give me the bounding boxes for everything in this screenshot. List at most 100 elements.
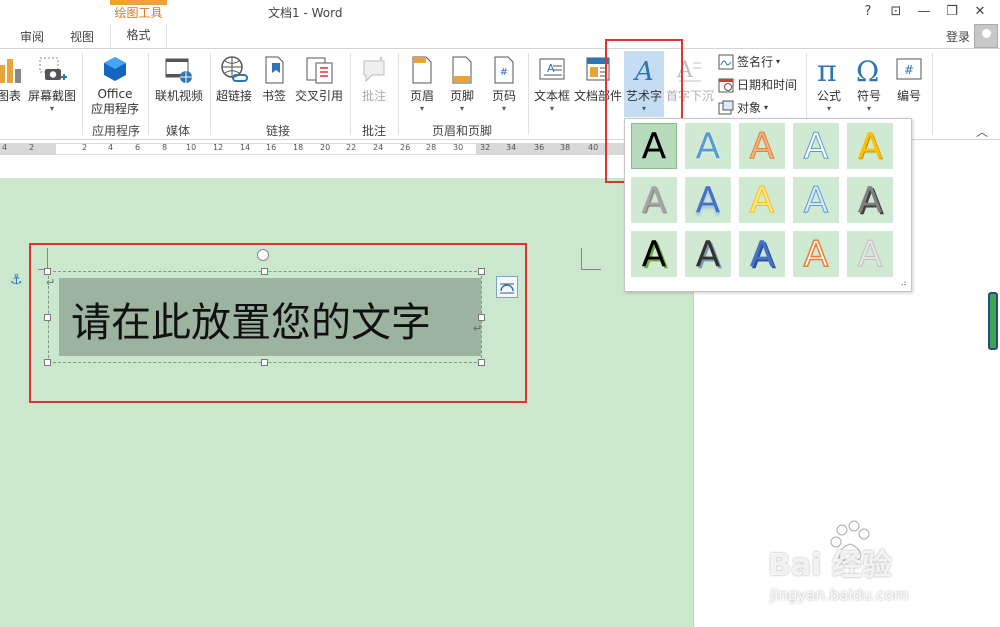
new-comment-button[interactable]: 批注 — [356, 55, 392, 104]
chart-button[interactable]: 图表 — [0, 55, 24, 104]
wordart-style-11[interactable]: A — [631, 231, 677, 277]
online-video-button[interactable]: 联机视频 — [152, 55, 206, 104]
close-button[interactable]: ✕ — [966, 2, 994, 22]
wordart-style-6[interactable]: A — [631, 177, 677, 223]
bookmark-button[interactable]: 书签 — [258, 55, 290, 104]
restore-button[interactable]: ❐ — [938, 2, 966, 22]
group-label-apps: 应用程序 — [92, 124, 141, 138]
ruler-tick: 24 — [373, 143, 384, 152]
cross-reference-icon — [306, 57, 333, 84]
ruler-tick: 18 — [293, 143, 304, 152]
calendar-icon — [718, 78, 734, 92]
ruler-tick: 14 — [240, 143, 251, 152]
globe-link-icon — [221, 56, 248, 82]
title-bar: 绘图工具 文档1 - Word ? ⊡ — ❐ ✕ — [0, 0, 1000, 24]
header-button[interactable]: 页眉 ▾ — [404, 55, 440, 114]
date-time-button[interactable]: 日期和时间 — [718, 76, 797, 93]
chart-icon — [0, 59, 21, 83]
login-link[interactable]: 登录 — [946, 28, 970, 45]
wordart-style-4[interactable]: A — [793, 123, 839, 169]
wordart-style-14[interactable]: A — [793, 231, 839, 277]
comment-icon — [363, 56, 385, 83]
margin-corner-mark — [581, 248, 601, 270]
ruler-tick: 4 — [108, 143, 114, 152]
group-label-links: 链接 — [266, 124, 291, 138]
signature-icon — [718, 54, 734, 69]
textbox-button[interactable]: A 文本框 ▾ — [532, 55, 572, 114]
office-store-icon — [104, 57, 126, 81]
wordart-style-5[interactable]: A — [847, 123, 893, 169]
drawing-tools-label: 绘图工具 — [114, 6, 163, 20]
anchor-icon: ⚓ — [10, 272, 23, 288]
ruler-tick: 6 — [135, 143, 141, 152]
symbol-button[interactable]: Ω 符号 ▾ — [850, 55, 888, 114]
wordart-style-2[interactable]: A — [685, 123, 731, 169]
omega-icon: Ω — [856, 55, 879, 85]
page-number-button[interactable]: # 页码 ▾ — [486, 55, 522, 114]
textbox-highlight-box — [29, 243, 527, 403]
cross-reference-button[interactable]: 交叉引用 — [292, 55, 346, 104]
group-separator — [148, 53, 149, 135]
wordart-style-9[interactable]: A — [793, 177, 839, 223]
ruler-tick: 8 — [162, 143, 168, 152]
wordart-style-3[interactable]: A — [739, 123, 785, 169]
wordart-style-8[interactable]: A — [739, 177, 785, 223]
ruler-tick: 4 — [2, 143, 8, 152]
ruler-tick: 16 — [266, 143, 277, 152]
wordart-style-1[interactable]: A — [631, 123, 677, 169]
wordart-gallery: A A A A A A A A A A A A A A A ⠴ — [624, 118, 912, 292]
collapse-ribbon-icon[interactable]: ︿ — [976, 123, 988, 140]
tab-format[interactable]: 格式 — [110, 24, 167, 48]
ruler-tick: 26 — [400, 143, 411, 152]
scroll-indicator[interactable] — [988, 292, 998, 350]
group-separator — [932, 53, 933, 135]
signature-line-button[interactable]: 签名行 ▾ — [718, 53, 780, 70]
resize-grip-icon[interactable]: ⠴ — [900, 279, 907, 289]
svg-text:Ω: Ω — [856, 55, 879, 85]
chevron-down-icon: ▾ — [866, 104, 871, 113]
svg-text:π: π — [817, 55, 837, 85]
wordart-style-12[interactable]: A — [685, 231, 731, 277]
group-label-media: 媒体 — [166, 124, 191, 138]
ruler-tick: 20 — [320, 143, 331, 152]
ruler-left-margin — [0, 143, 56, 155]
help-button[interactable]: ? — [854, 2, 882, 22]
chevron-down-icon: ▾ — [549, 104, 554, 113]
wordart-style-15[interactable]: A — [847, 231, 893, 277]
number-icon: # — [896, 58, 922, 80]
document-title: 文档1 - Word — [268, 6, 343, 20]
office-apps-button[interactable]: Office 应用程序 — [86, 55, 144, 117]
tab-review[interactable]: 审阅 — [20, 28, 44, 45]
svg-text:A: A — [547, 62, 555, 75]
ruler-tick: 22 — [346, 143, 357, 152]
footer-button[interactable]: 页脚 ▾ — [444, 55, 480, 114]
ruler-tick: 12 — [213, 143, 224, 152]
wordart-style-7[interactable]: A — [685, 177, 731, 223]
online-video-icon — [165, 58, 192, 83]
baidu-watermark: Bai 经验 — [768, 548, 892, 583]
wordart-style-10[interactable]: A — [847, 177, 893, 223]
ribbon-display-options-button[interactable]: ⊡ — [882, 2, 910, 22]
group-separator — [210, 53, 211, 135]
ruler-tick: 2 — [82, 143, 88, 152]
ruler-tick: 38 — [560, 143, 571, 152]
group-label-comments: 批注 — [362, 124, 387, 138]
pi-icon: π — [817, 55, 837, 85]
wordart-style-13[interactable]: A — [739, 231, 785, 277]
tab-view[interactable]: 视图 — [70, 28, 94, 45]
minimize-button[interactable]: — — [910, 2, 938, 22]
window-controls: ? ⊡ — ❐ ✕ — [854, 2, 994, 22]
object-button[interactable]: 对象 ▾ — [718, 99, 768, 116]
group-separator — [350, 53, 351, 135]
equation-button[interactable]: π 公式 ▾ — [810, 55, 848, 114]
chevron-down-icon: ▾ — [501, 104, 506, 113]
ruler-tick: 36 — [534, 143, 545, 152]
hyperlink-button[interactable]: 超链接 — [214, 55, 254, 104]
avatar[interactable] — [974, 24, 998, 48]
group-separator — [398, 53, 399, 135]
ruler-tick: 30 — [453, 143, 464, 152]
screenshot-button[interactable]: 屏幕截图 ▾ — [26, 55, 78, 114]
chevron-down-icon: ▾ — [419, 104, 424, 113]
ruler-tick: 34 — [506, 143, 517, 152]
number-button[interactable]: # 编号 — [892, 55, 926, 104]
